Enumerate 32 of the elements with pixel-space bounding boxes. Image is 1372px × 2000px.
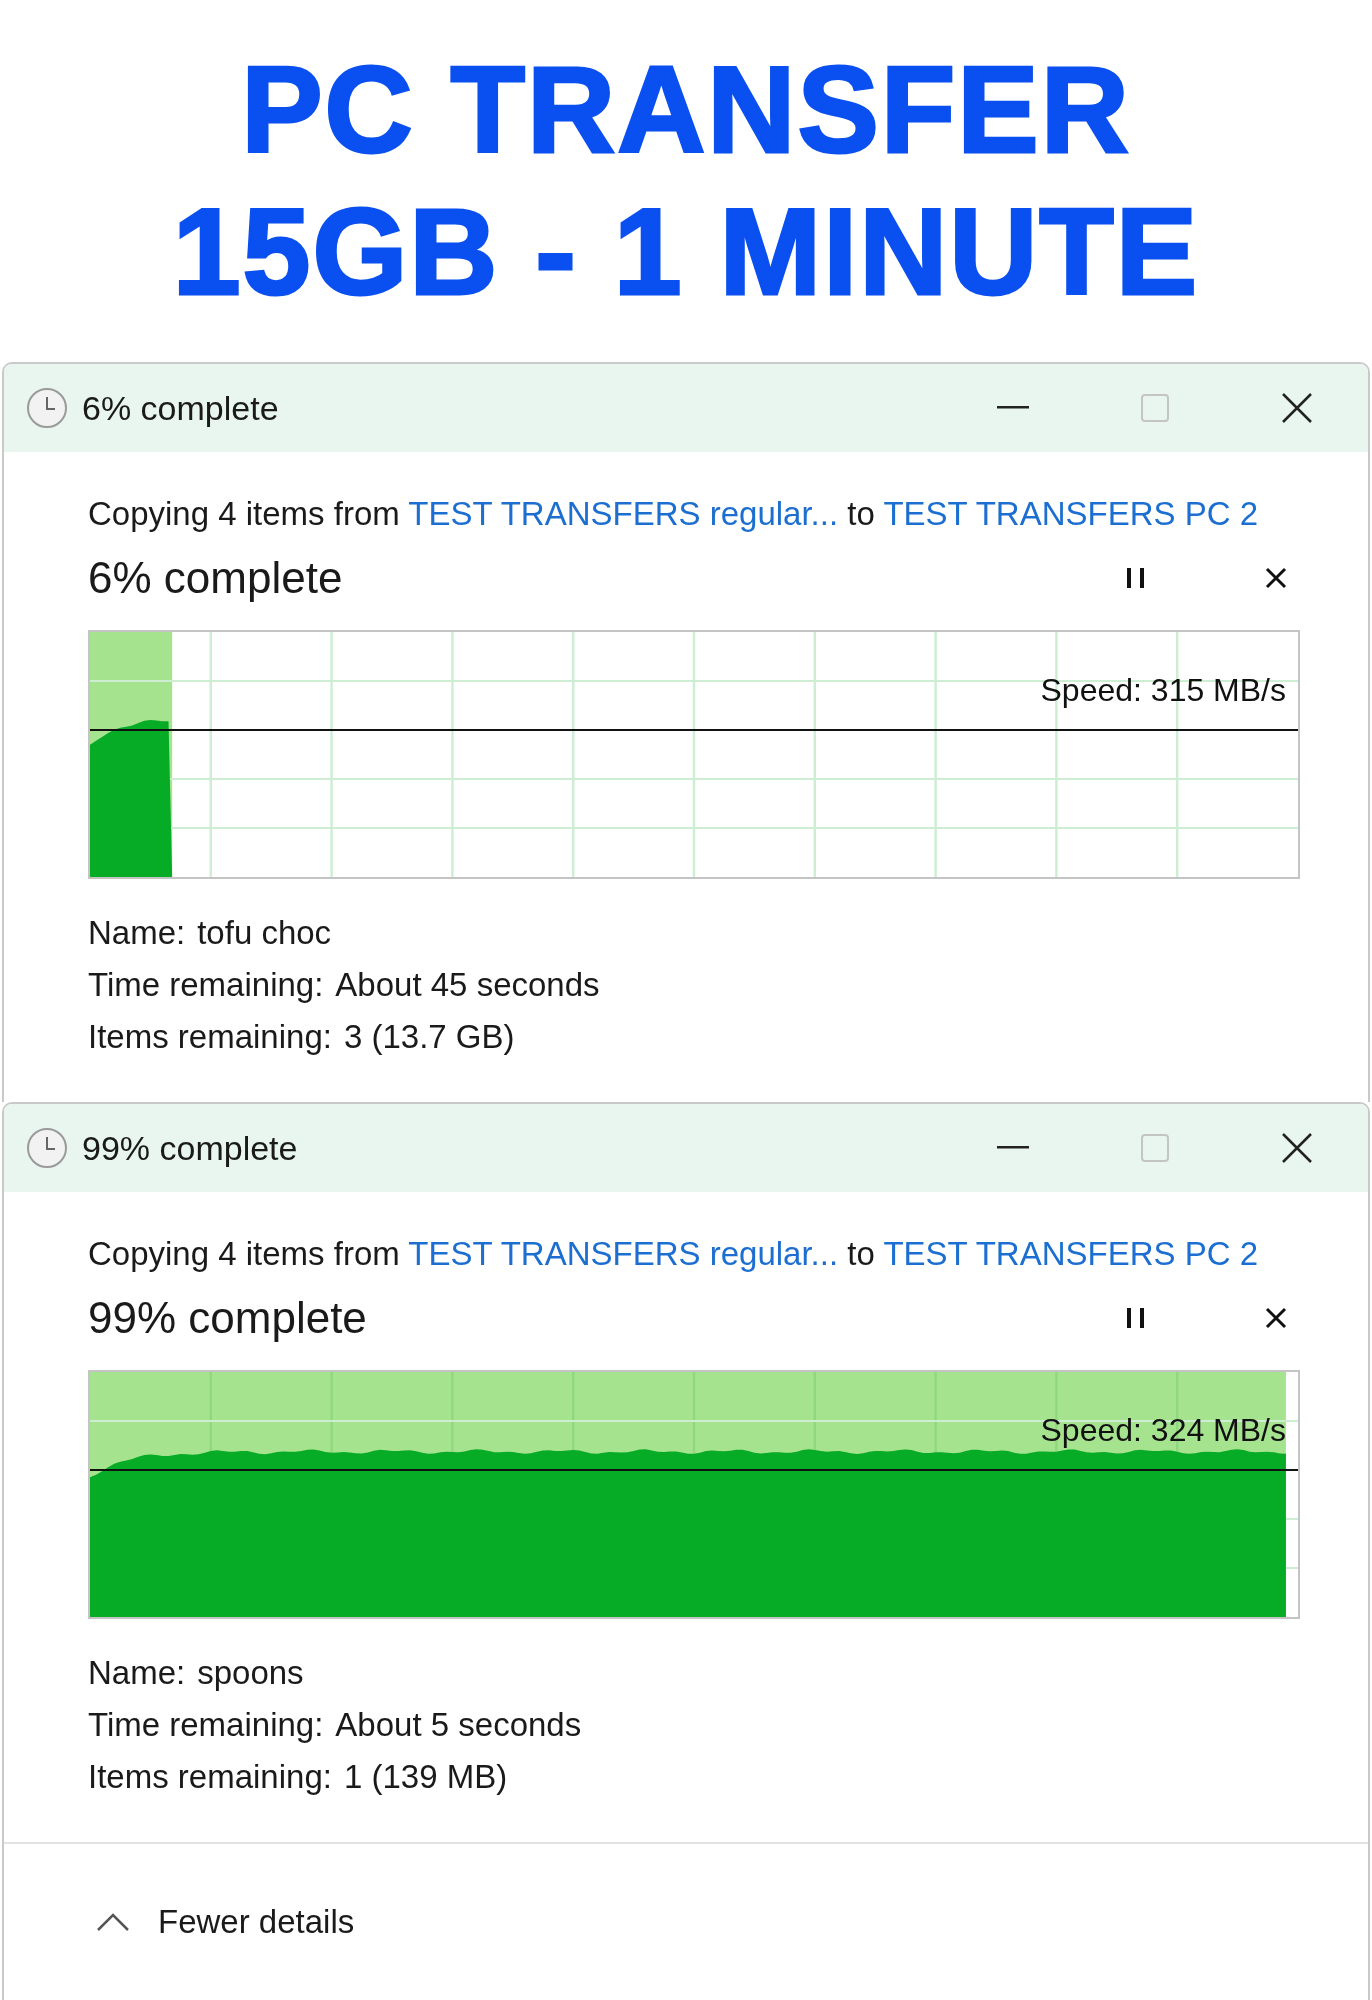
close-icon[interactable]	[1281, 1132, 1313, 1164]
source-link[interactable]: TEST TRANSFERS regular...	[408, 495, 839, 532]
source-link[interactable]: TEST TRANSFERS regular...	[408, 1235, 839, 1272]
details-toggle[interactable]: Fewer details	[96, 1903, 355, 1941]
window-title: 99% complete	[82, 1128, 299, 1168]
copying-text: Copying 4 items from TEST TRANSFERS regular... to TEST TRANSFERS PC 2	[88, 1234, 1260, 1274]
banner-title: PC TRANSFER	[241, 41, 1131, 180]
progress-heading: 99% complete	[88, 1293, 368, 1343]
detail-text: Items remaining: 3 (13.7 GB)	[88, 1017, 516, 1057]
progress-heading: 6% complete	[88, 553, 344, 603]
pause-icon[interactable]	[1125, 566, 1147, 590]
minimize-icon[interactable]	[997, 406, 1029, 410]
detail-text: Time remaining: About 5 seconds	[88, 1705, 583, 1745]
close-icon[interactable]	[1264, 566, 1288, 590]
clock-icon	[26, 387, 68, 429]
detail-text: Name: tofu choc	[88, 913, 333, 953]
destination-link[interactable]: TEST TRANSFERS PC 2	[883, 495, 1259, 532]
detail-text: Time remaining: About 45 seconds	[88, 965, 601, 1005]
caret-icon[interactable]	[96, 1912, 130, 1932]
destination-link[interactable]: TEST TRANSFERS PC 2	[883, 1235, 1259, 1272]
speed-label: Speed: 324 MB/s	[1040, 1412, 1286, 1449]
close-icon[interactable]	[1281, 392, 1313, 424]
clock-icon	[26, 1127, 68, 1169]
window-title: 6% complete	[82, 388, 280, 428]
banner-title: 15GB - 1 MINUTE	[172, 183, 1200, 322]
minimize-icon[interactable]	[997, 1146, 1029, 1150]
detail-text: Items remaining: 1 (139 MB)	[88, 1757, 509, 1797]
close-icon[interactable]	[1264, 1306, 1288, 1330]
detail-text: Name: spoons	[88, 1653, 305, 1693]
copying-text: Copying 4 items from TEST TRANSFERS regular... to TEST TRANSFERS PC 2	[88, 494, 1260, 534]
pause-icon[interactable]	[1125, 1306, 1147, 1330]
speed-label: Speed: 315 MB/s	[1040, 672, 1286, 709]
